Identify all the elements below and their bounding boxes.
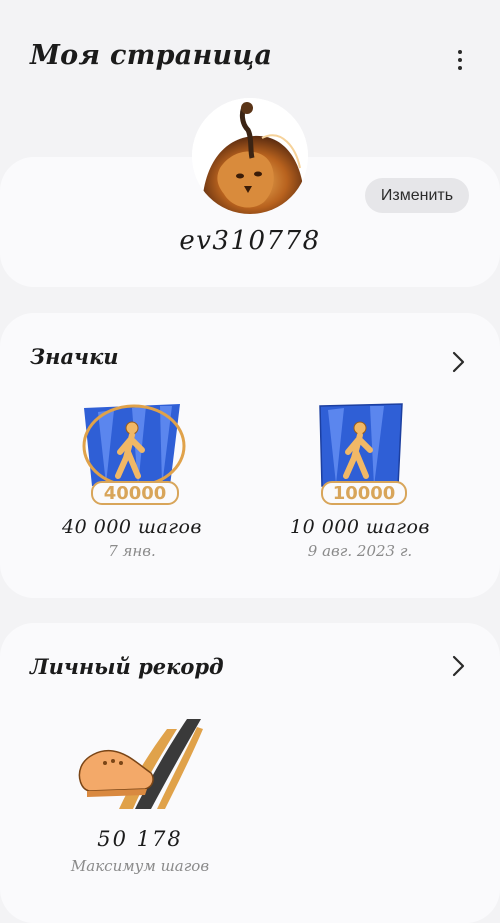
personal-record-title: Личный рекорд	[30, 654, 224, 679]
badge-date: 7 янв.	[108, 542, 156, 560]
svg-text:10000: 10000	[333, 483, 396, 504]
more-options-button[interactable]	[446, 44, 474, 76]
chevron-right-icon[interactable]	[448, 350, 468, 374]
personal-record[interactable]: 50 178 Максимум шагов	[55, 713, 225, 875]
page-title: Моя страница	[30, 40, 273, 71]
lion-avatar-image	[192, 98, 308, 214]
badge-10000-steps[interactable]: 10000 10 000 шагов 9 авг. 2023 г.	[260, 400, 460, 560]
badge-40000-steps[interactable]: 40000 40 000 шагов 7 янв.	[32, 400, 232, 560]
badge-label: 10 000 шагов	[290, 516, 430, 538]
username: ev310778	[179, 226, 321, 256]
shoe-record-icon	[78, 719, 203, 809]
chevron-right-icon[interactable]	[448, 654, 468, 678]
personal-record-value: 50 178	[97, 827, 183, 851]
badge-date: 9 авг. 2023 г.	[307, 542, 413, 560]
svg-text:40000: 40000	[104, 483, 167, 504]
more-vert-icon	[458, 50, 462, 54]
badge-label: 40 000 шагов	[62, 516, 202, 538]
personal-record-caption: Максимум шагов	[70, 857, 210, 875]
walking-badge-10000-icon: 10000	[319, 403, 407, 505]
walking-badge-40000-icon: 40000	[82, 404, 186, 505]
avatar[interactable]	[192, 98, 308, 214]
badges-section-title: Значки	[30, 344, 119, 369]
edit-profile-button[interactable]: Изменить	[365, 178, 469, 213]
